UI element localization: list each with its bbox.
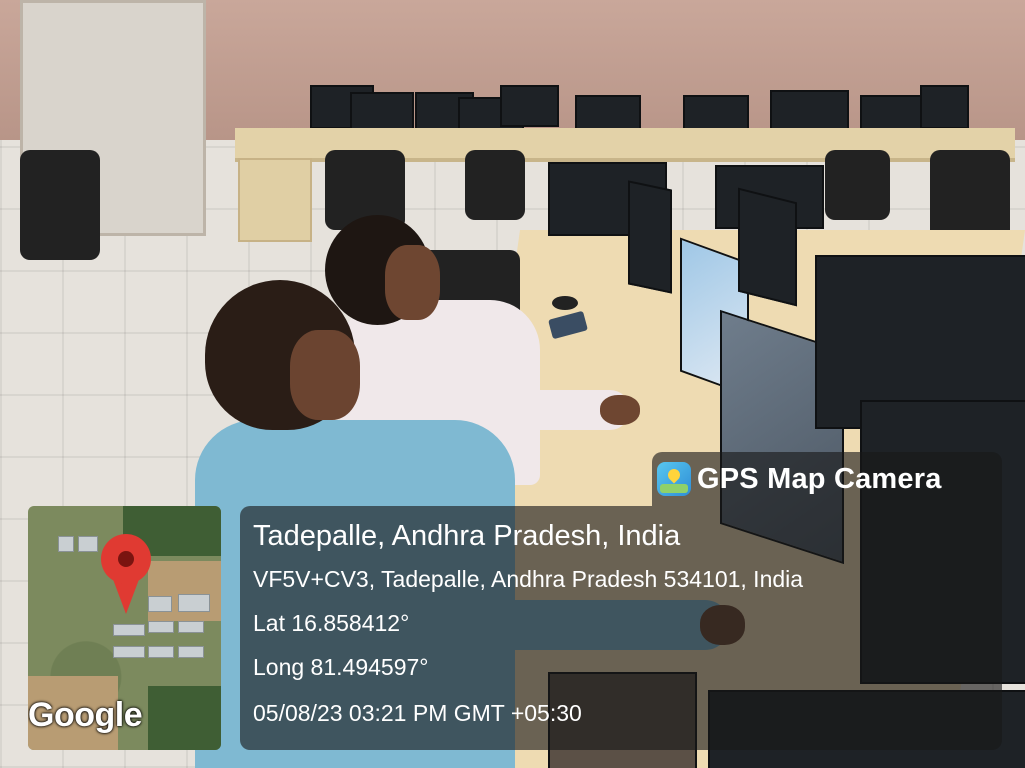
address: VF5V+CV3, Tadepalle, Andhra Pradesh 5341… [253, 566, 804, 592]
hand [600, 395, 640, 425]
location-info-panel: Tadepalle, Andhra Pradesh, India VF5V+CV… [240, 506, 1002, 750]
latitude: Lat 16.858412° [253, 610, 410, 636]
gps-map-camera-icon [657, 462, 691, 496]
map-attribution: Google [28, 696, 143, 734]
satellite-map-thumbnail: Google [28, 506, 221, 750]
office-chair [930, 150, 1010, 240]
desk-cabinet [238, 158, 312, 242]
map-building [113, 646, 145, 658]
map-building [148, 646, 174, 658]
map-vegetation [148, 686, 221, 750]
back-monitor [920, 85, 969, 129]
map-building [178, 621, 204, 633]
map-building [58, 536, 74, 552]
map-field [148, 561, 221, 621]
mouse [552, 296, 578, 310]
map-building [178, 594, 210, 612]
map-building [113, 624, 145, 636]
map-pin-icon [96, 534, 156, 614]
map-building [78, 536, 98, 552]
face [290, 330, 360, 420]
map-building [148, 621, 174, 633]
location-title: Tadepalle, Andhra Pradesh, India [253, 520, 681, 552]
office-chair [825, 150, 890, 220]
longitude: Long 81.494597° [253, 654, 429, 680]
monitor [628, 180, 672, 294]
app-name: GPS Map Camera [697, 462, 942, 495]
office-chair [465, 150, 525, 220]
back-monitor [500, 85, 559, 127]
app-badge: GPS Map Camera [652, 452, 1002, 506]
office-chair [20, 150, 100, 260]
timestamp: 05/08/23 03:21 PM GMT +05:30 [253, 700, 582, 726]
map-building [178, 646, 204, 658]
monitor [738, 187, 797, 307]
